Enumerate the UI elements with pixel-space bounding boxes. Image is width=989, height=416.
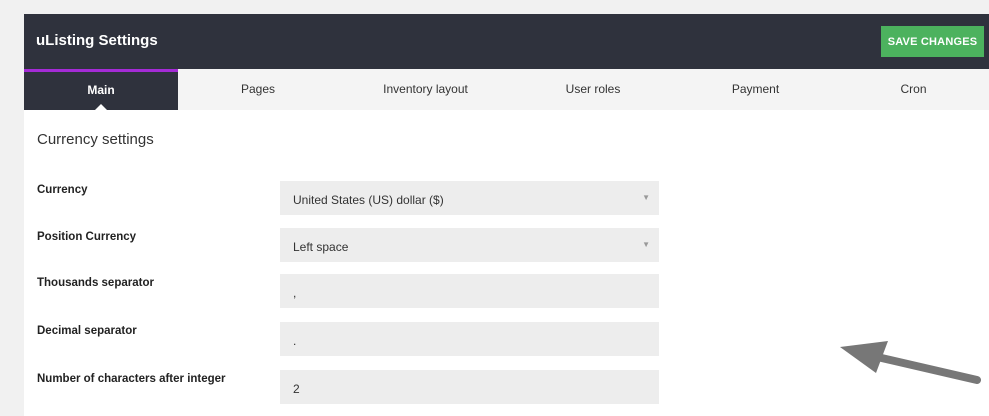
tab-label: Main	[87, 83, 115, 97]
section-title: Currency settings	[37, 131, 154, 148]
annotation-arrow-icon	[840, 341, 981, 384]
thousands-separator-value: ,	[293, 286, 297, 300]
settings-header: uListing Settings SAVE CHANGES	[24, 14, 989, 69]
position-currency-value: Left space	[293, 240, 349, 254]
tab-payment[interactable]: Payment	[673, 69, 838, 110]
thousands-separator-input[interactable]: ,	[280, 274, 659, 308]
tab-main[interactable]: Main	[24, 69, 178, 110]
tab-label: Cron	[900, 82, 927, 96]
tab-cron[interactable]: Cron	[838, 69, 989, 110]
tab-bar: Main Pages Inventory layout User roles P…	[24, 69, 989, 110]
tab-label: User roles	[565, 82, 621, 96]
currency-label: Currency	[37, 184, 88, 196]
currency-select[interactable]: United States (US) dollar ($) ▼	[280, 181, 659, 215]
tab-inventory-layout[interactable]: Inventory layout	[338, 69, 513, 110]
position-currency-label: Position Currency	[37, 231, 137, 243]
chevron-down-icon: ▼	[642, 193, 650, 202]
decimal-separator-label: Decimal separator	[37, 325, 137, 337]
active-tab-caret-icon	[95, 104, 107, 110]
tab-user-roles[interactable]: User roles	[513, 69, 673, 110]
currency-value: United States (US) dollar ($)	[293, 193, 444, 207]
save-changes-button[interactable]: SAVE CHANGES	[881, 26, 984, 57]
decimal-count-value: 2	[293, 382, 300, 396]
tab-pages[interactable]: Pages	[178, 69, 338, 110]
tab-label: Pages	[240, 82, 276, 96]
decimal-count-input[interactable]: 2	[280, 370, 659, 404]
decimal-separator-input[interactable]: .	[280, 322, 659, 356]
decimal-separator-value: .	[293, 334, 297, 348]
tab-label: Inventory layout	[383, 82, 468, 96]
position-currency-select[interactable]: Left space ▼	[280, 228, 659, 262]
page-title: uListing Settings	[36, 32, 158, 49]
chevron-down-icon: ▼	[642, 240, 650, 249]
thousands-separator-label: Thousands separator	[37, 277, 154, 289]
tab-label: Payment	[731, 82, 780, 96]
decimal-count-label: Number of characters after integer	[37, 373, 226, 385]
